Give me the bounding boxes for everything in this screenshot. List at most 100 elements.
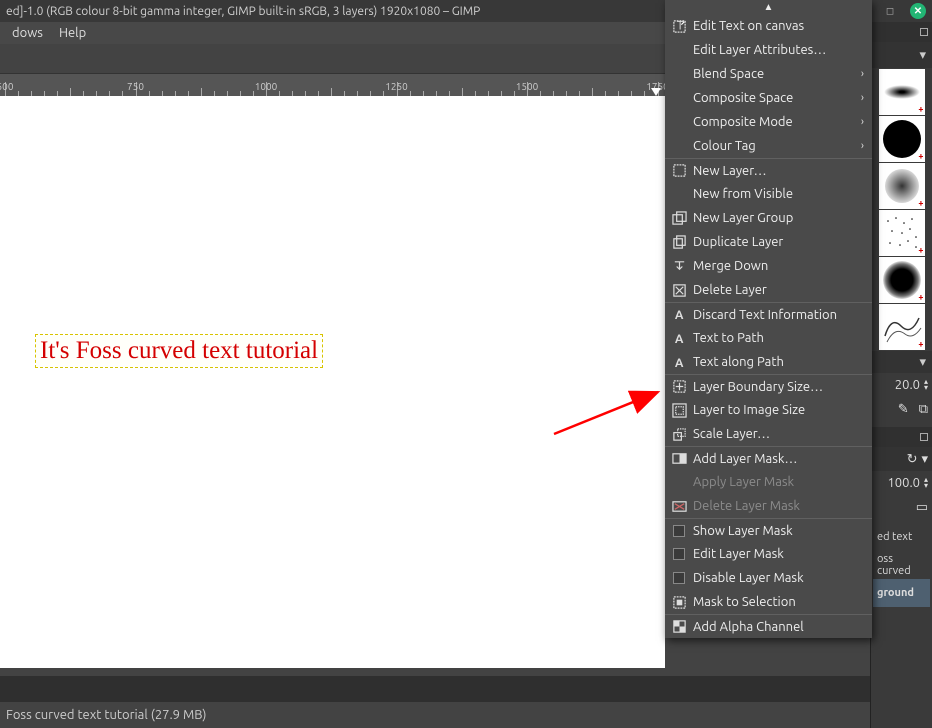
blank-icon [671, 474, 687, 490]
menu-item[interactable]: Edit Layer Attributes… [665, 38, 872, 62]
svg-text:A: A [674, 333, 683, 346]
layer-item[interactable]: ed text [873, 523, 930, 551]
menu-item[interactable]: Add Layer Mask… [665, 446, 872, 470]
menu-item-label: Delete Layer Mask [693, 499, 864, 513]
maximize-button[interactable]: ◻ [882, 3, 898, 19]
menu-item[interactable]: AText along Path [665, 350, 872, 374]
menu-item-label: Colour Tag [693, 139, 855, 153]
brush-preview[interactable]: + [879, 69, 925, 115]
menu-item[interactable]: Edit Layer Mask [665, 542, 872, 566]
menu-item[interactable]: Blend Space› [665, 62, 872, 86]
menu-item-label: Add Alpha Channel [693, 620, 864, 634]
layer-item[interactable]: oss curved [873, 551, 930, 579]
menu-help[interactable]: Help [51, 26, 94, 40]
submenu-arrow-icon: › [861, 92, 864, 104]
svg-text:A: A [674, 357, 683, 370]
menu-item[interactable]: Composite Space› [665, 86, 872, 110]
stepper-icon[interactable]: ▴▾ [924, 379, 928, 391]
menu-item[interactable]: Layer Boundary Size… [665, 374, 872, 398]
text-content: It's Foss curved text tutorial [40, 337, 318, 364]
brush-preview[interactable]: + [879, 210, 925, 256]
dock-config-icon[interactable] [920, 28, 928, 36]
chevron-up-icon: ▲ [764, 1, 774, 13]
text-layer-box[interactable]: It's Foss curved text tutorial [35, 334, 323, 368]
spacing-value: 20.0 [895, 378, 920, 392]
menu-item-label: Edit Text on canvas [693, 19, 864, 33]
menu-item-label: Apply Layer Mask [693, 475, 864, 489]
menu-scroll-up[interactable]: ▲ [665, 0, 872, 14]
checkbox-icon [671, 523, 687, 539]
blank-icon [671, 90, 687, 106]
dock-header-2[interactable] [871, 427, 932, 447]
svg-text:T: T [676, 19, 683, 32]
to-selection-icon [671, 594, 687, 610]
menu-item-label: Discard Text Information [693, 308, 864, 322]
dock-tab-row[interactable]: ▾ [871, 42, 932, 68]
menu-item[interactable]: Scale Layer… [665, 422, 872, 446]
menu-item[interactable]: Merge Down [665, 254, 872, 278]
menu-item[interactable]: T Edit Text on canvas [665, 14, 872, 38]
menu-item[interactable]: Mask to Selection [665, 590, 872, 614]
canvas[interactable]: It's Foss curved text tutorial [0, 96, 665, 668]
menu-item[interactable]: Colour Tag› [665, 134, 872, 158]
menu-item[interactable]: New Layer… [665, 158, 872, 182]
stepper-icon[interactable]: ▴▾ [924, 477, 928, 489]
menu-item[interactable]: A Text to Path [665, 326, 872, 350]
menu-item[interactable]: Disable Layer Mask [665, 566, 872, 590]
brush-preview[interactable]: + [879, 257, 925, 303]
brush-preview[interactable]: + [879, 116, 925, 162]
menu-item[interactable]: Duplicate Layer [665, 230, 872, 254]
menu-item-label: Text to Path [693, 331, 864, 345]
alpha-icon [671, 619, 687, 635]
edit-brush-icon[interactable]: ✎ [898, 402, 909, 417]
layer-context-menu: ▲ T Edit Text on canvas Edit Layer Attribu… [665, 0, 872, 638]
text-A-icon: A [671, 307, 687, 323]
chevron-down-icon[interactable]: ▾ [921, 452, 928, 467]
menu-item: Apply Layer Mask [665, 470, 872, 494]
menu-item-label: Edit Layer Mask [693, 547, 864, 561]
duplicate-icon [671, 234, 687, 250]
menu-item[interactable]: Layer to Image Size [665, 398, 872, 422]
scale-icon [671, 426, 687, 442]
menu-item-label: Scale Layer… [693, 427, 864, 441]
text-A-icon: A [671, 354, 687, 370]
to-image-icon [671, 402, 687, 418]
spacing-row[interactable]: 20.0 ▴▾ [871, 373, 932, 397]
submenu-arrow-icon: › [861, 68, 864, 80]
brush-preview[interactable]: + [879, 304, 925, 350]
window-buttons: ◻ ✕ [882, 3, 926, 19]
menu-item-label: Add Layer Mask… [693, 452, 864, 466]
status-bar: Foss curved text tutorial (27.9 MB) [0, 702, 870, 728]
menu-item[interactable]: New from Visible [665, 182, 872, 206]
mode-row[interactable]: ↻ ▾ [871, 447, 932, 471]
lock-icon[interactable]: ▭ [916, 500, 928, 515]
layer-item-selected[interactable]: ground [873, 579, 930, 607]
menu-item-label: New from Visible [693, 187, 864, 201]
dock-header[interactable] [871, 22, 932, 42]
menu-item[interactable]: Delete Layer [665, 278, 872, 302]
brush-tools-row: ✎ ⧉ [871, 397, 932, 421]
text-A-icon: A [671, 330, 687, 346]
close-button[interactable]: ✕ [910, 3, 926, 19]
opacity-row[interactable]: 100.0 ▴▾ [871, 471, 932, 495]
menu-item-label: Show Layer Mask [693, 524, 864, 538]
duplicate-brush-icon[interactable]: ⧉ [919, 402, 928, 417]
menu-item[interactable]: Show Layer Mask [665, 518, 872, 542]
brush-preview[interactable]: + [879, 163, 925, 209]
reset-icon[interactable]: ↻ [907, 452, 918, 467]
menu-item[interactable]: Add Alpha Channel [665, 614, 872, 638]
mask-add-icon [671, 451, 687, 467]
status-text: Foss curved text tutorial (27.9 MB) [6, 708, 206, 722]
blank-icon [671, 186, 687, 202]
merge-down-icon [671, 258, 687, 274]
menu-item[interactable]: A Discard Text Information [665, 302, 872, 326]
dock-config-icon[interactable] [920, 433, 928, 441]
brush-scroll[interactable]: ▾ [871, 351, 932, 373]
chevron-down-icon[interactable]: ▾ [919, 48, 926, 63]
menu-item[interactable]: Composite Mode› [665, 110, 872, 134]
layers-list: ed text oss curved ground [871, 519, 932, 611]
menu-windows[interactable]: dows [4, 26, 51, 40]
lock-row[interactable]: ▭ [871, 495, 932, 519]
menu-item[interactable]: New Layer Group [665, 206, 872, 230]
chevron-down-icon[interactable]: ▾ [919, 355, 926, 370]
